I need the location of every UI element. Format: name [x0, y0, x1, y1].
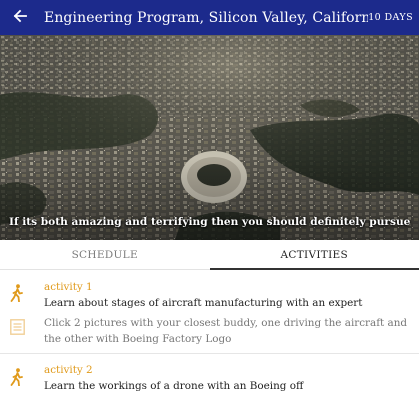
activities-list: activity 1 Learn about stages of aircraf… — [0, 271, 419, 400]
back-arrow-icon — [13, 8, 27, 27]
list-item-activity-1[interactable]: activity 1 Learn about stages of aircraf… — [0, 271, 419, 309]
duration-badge: 10 DAYS — [368, 12, 413, 23]
activity-title: activity 2 — [44, 364, 93, 376]
hero-caption: If its both amazing and terrifying then … — [9, 216, 411, 228]
tab-bar: SCHEDULE ACTIVITIES — [0, 240, 419, 270]
aerial-city-photo — [0, 35, 419, 240]
activity-note: Click 2 pictures with your closest buddy… — [44, 317, 408, 345]
hero-image: If its both amazing and terrifying then … — [0, 35, 419, 240]
page-title: Engineering Program, Silicon Valley, Cal… — [44, 9, 369, 26]
tab-activities[interactable]: ACTIVITIES — [209, 240, 419, 270]
list-item-activity-2[interactable]: activity 2 Learn the workings of a drone… — [0, 354, 419, 400]
document-list-icon — [10, 319, 25, 337]
tab-schedule[interactable]: SCHEDULE — [0, 240, 210, 269]
activity-title: activity 1 — [44, 281, 93, 293]
activity-description: Learn the workings of a drone with an Bo… — [44, 380, 304, 392]
walking-person-icon — [10, 284, 24, 303]
back-button[interactable] — [0, 0, 40, 35]
app-bar: Engineering Program, Silicon Valley, Cal… — [0, 0, 419, 35]
activity-description: Learn about stages of aircraft manufactu… — [44, 297, 363, 309]
walking-person-icon — [10, 368, 24, 387]
app-screen: Engineering Program, Silicon Valley, Cal… — [0, 0, 419, 400]
list-item-note[interactable]: Click 2 pictures with your closest buddy… — [0, 311, 419, 351]
